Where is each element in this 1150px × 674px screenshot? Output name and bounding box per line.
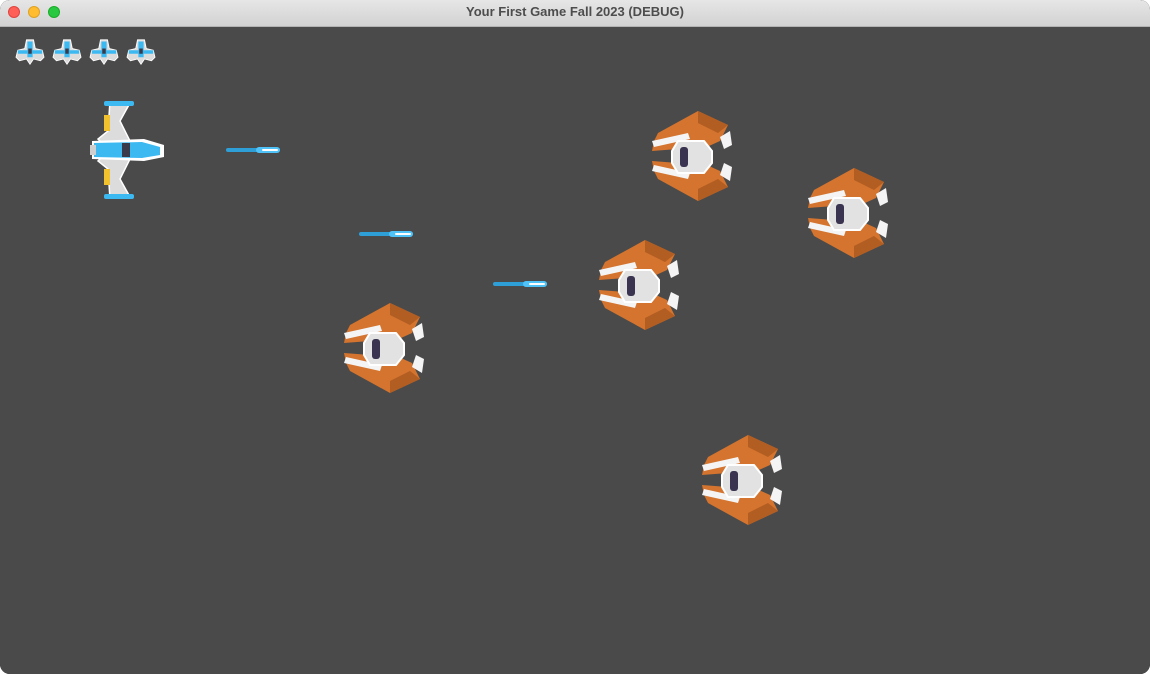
game-window: Your First Game Fall 2023 (DEBUG) bbox=[0, 0, 1150, 674]
game-canvas[interactable] bbox=[0, 27, 1150, 674]
life-icon-3 bbox=[89, 39, 119, 65]
player-laser bbox=[493, 281, 547, 287]
lives-indicator bbox=[14, 38, 164, 66]
enemy-ship bbox=[701, 435, 782, 525]
life-icon-1 bbox=[15, 39, 45, 65]
enemy-ship bbox=[807, 168, 888, 258]
window-title: Your First Game Fall 2023 (DEBUG) bbox=[466, 4, 684, 19]
life-icon-4 bbox=[126, 39, 156, 65]
enemy-ship bbox=[651, 111, 732, 201]
title-bar[interactable]: Your First Game Fall 2023 (DEBUG) bbox=[0, 0, 1150, 27]
player-ship bbox=[90, 101, 165, 199]
enemy-ship bbox=[598, 240, 679, 330]
player-laser bbox=[359, 231, 413, 237]
life-icon-2 bbox=[52, 39, 82, 65]
enemy-ship bbox=[343, 303, 424, 393]
player-laser bbox=[226, 147, 280, 153]
